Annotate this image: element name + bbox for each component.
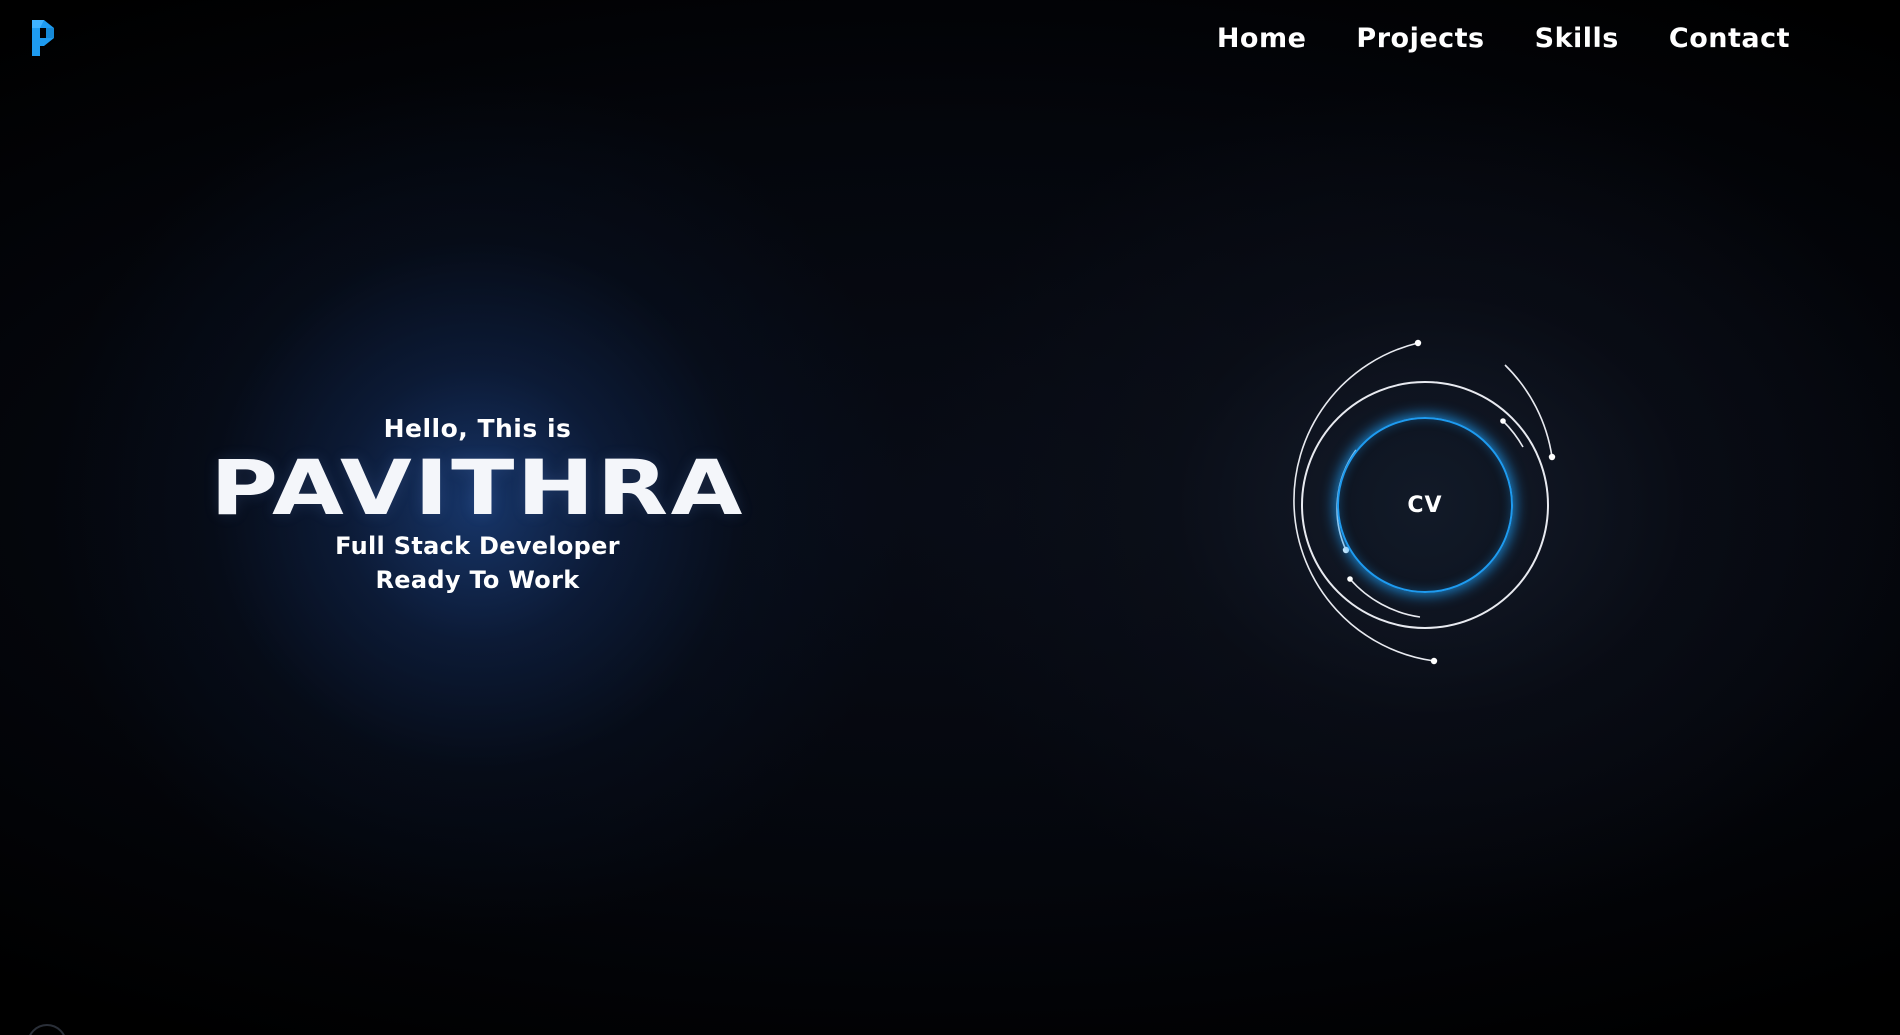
nav-contact[interactable]: Contact (1669, 23, 1790, 54)
page: Home Projects Skills Contact Hello, This… (0, 0, 1900, 1035)
hero-name: PAVITHRA (210, 443, 745, 532)
hero-role: Full Stack Developer (335, 532, 620, 560)
main-nav: Home Projects Skills Contact (1217, 18, 1790, 58)
scroll-indicator[interactable] (27, 1024, 67, 1035)
cv-widget: CV (1255, 335, 1595, 675)
nav-home[interactable]: Home (1217, 23, 1307, 54)
nav-skills[interactable]: Skills (1535, 23, 1619, 54)
hero-section: Hello, This is PAVITHRA Full Stack Devel… (210, 405, 742, 597)
cv-label: CV (1407, 492, 1443, 518)
hero-status: Ready To Work (375, 566, 580, 594)
cv-download-button[interactable]: CV (1337, 417, 1513, 593)
p-logo-icon[interactable] (30, 18, 56, 58)
nav-projects[interactable]: Projects (1356, 23, 1484, 54)
